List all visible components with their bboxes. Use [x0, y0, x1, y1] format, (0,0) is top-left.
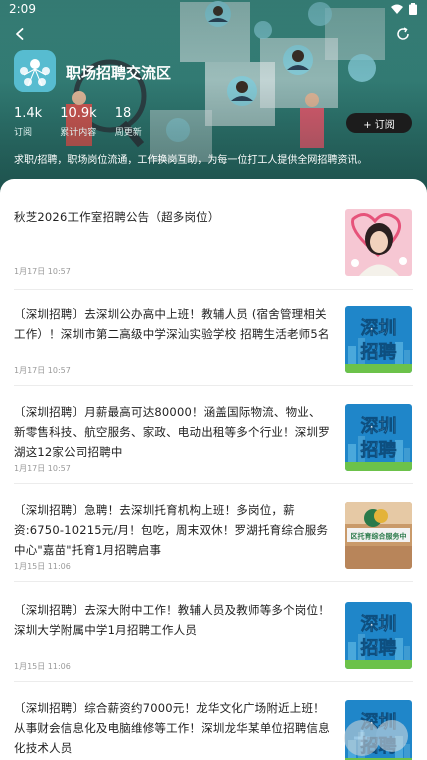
thumb-text-line1: 深圳: [361, 415, 397, 437]
shenzhen-recruit-icon: 深圳 招聘: [345, 602, 412, 669]
post-thumbnail[interactable]: 区托育综合服务中: [345, 502, 412, 569]
post-title: 〔深圳招聘〕去深大附中工作！教辅人员及教师等多个岗位！深圳大学附属中学1月招聘工…: [14, 603, 330, 637]
stat-value: 1.4k: [14, 106, 43, 121]
divider: [14, 385, 413, 386]
thumb-text-line2: 招聘: [361, 439, 397, 461]
post-item[interactable]: 〔深圳招聘〕去深圳公办高中上班！教辅人员 (宿舍管理相关工作）！深圳市第二高级中…: [14, 304, 414, 384]
shenzhen-recruit-icon: 深圳 招聘: [345, 306, 412, 373]
post-thumbnail[interactable]: [345, 209, 412, 276]
forum-logo: [14, 50, 56, 92]
post-time: 1月17日 10:57: [14, 366, 71, 375]
post-item[interactable]: 〔深圳招聘〕急聘！去深圳托育机构上班！多岗位，薪资:6750-10215元/月！…: [14, 500, 414, 580]
post-item[interactable]: 〔深圳招聘〕去深大附中工作！教辅人员及教师等多个岗位！深圳大学附属中学1月招聘工…: [14, 600, 414, 680]
stat-label: 订阅: [14, 128, 33, 138]
post-item[interactable]: 秋芝2026工作室招聘公告（超多岗位） 1月17日 10:57: [14, 207, 414, 282]
post-title: 〔深圳招聘〕去深圳公办高中上班！教辅人员 (宿舍管理相关工作）！深圳市第二高级中…: [14, 307, 330, 341]
stat-total-content: 10.9k 累计内容: [60, 106, 96, 138]
stat-label: 周更新: [114, 128, 142, 138]
header-overlay: [0, 0, 427, 200]
post-thumbnail[interactable]: 深圳 招聘: [345, 404, 412, 471]
post-title: 〔深圳招聘〕综合薪资约7000元！龙华文化广场附近上班！从事财会信息化及电脑维修…: [14, 701, 330, 755]
forum-header: 2:09 职场招聘交流区 1.4k 订阅 10.9k 累计内容 18 周更新 +…: [0, 0, 427, 200]
post-time: 1月17日 10:57: [14, 464, 71, 473]
watermark-overlay: [344, 720, 408, 756]
thumb-text-line2: 招聘: [361, 341, 397, 363]
forum-stats: 1.4k 订阅 10.9k 累计内容 18 周更新: [14, 106, 142, 138]
stat-value: 18: [114, 106, 132, 121]
divider: [14, 483, 413, 484]
post-time: 1月17日 10:57: [14, 267, 71, 276]
nursery-sign-icon: 区托育综合服务中: [345, 502, 412, 569]
refresh-button[interactable]: [391, 22, 415, 46]
stat-label: 累计内容: [60, 128, 97, 138]
thumb-text-line1: 深圳: [361, 317, 397, 339]
shenzhen-recruit-icon: 深圳 招聘: [345, 404, 412, 471]
thumb-text-line1: 深圳: [361, 613, 397, 635]
post-item[interactable]: 〔深圳招聘〕月薪最高可达80000！涵盖国际物流、物业、新零售科技、航空服务、家…: [14, 402, 414, 482]
divider: [14, 581, 413, 582]
battery-icon: [409, 3, 417, 15]
divider: [14, 289, 413, 290]
post-list: 秋芝2026工作室招聘公告（超多岗位） 1月17日 10:57 〔深圳招聘〕去深…: [0, 179, 427, 760]
stat-weekly-updates: 18 周更新: [115, 106, 142, 138]
back-arrow-icon: [16, 28, 24, 40]
post-title: 秋芝2026工作室招聘公告（超多岗位）: [14, 210, 220, 224]
divider: [14, 681, 413, 682]
post-title: 〔深圳招聘〕急聘！去深圳托育机构上班！多岗位，薪资:6750-10215元/月！…: [14, 503, 329, 557]
post-time: 1月15日 11:06: [14, 662, 71, 671]
forum-title: 职场招聘交流区: [66, 64, 172, 82]
back-button[interactable]: [8, 22, 32, 46]
post-time: 1月15日 11:06: [14, 562, 71, 571]
stat-value: 10.9k: [60, 106, 97, 121]
post-title: 〔深圳招聘〕月薪最高可达80000！涵盖国际物流、物业、新零售科技、航空服务、家…: [14, 405, 330, 459]
team-icon: [14, 50, 56, 92]
stat-subscribers: 1.4k 订阅: [14, 106, 42, 138]
status-time: 2:09: [9, 2, 36, 16]
wifi-icon: [391, 4, 403, 14]
thumb-text-line2: 招聘: [361, 637, 397, 659]
subscribe-button[interactable]: + 订阅: [346, 113, 412, 133]
status-icons: [391, 3, 417, 15]
post-thumbnail[interactable]: 深圳 招聘: [345, 306, 412, 373]
portrait-icon: [345, 209, 412, 276]
post-thumbnail[interactable]: 深圳 招聘: [345, 602, 412, 669]
status-bar: 2:09: [0, 0, 427, 18]
refresh-icon: [397, 27, 409, 40]
forum-description: 求职/招聘，职场岗位流通，工作换岗互助，为每一位打工人提供全网招聘资讯。: [14, 155, 368, 166]
thumb-text-line1: 区托育综合服务中: [351, 532, 407, 541]
